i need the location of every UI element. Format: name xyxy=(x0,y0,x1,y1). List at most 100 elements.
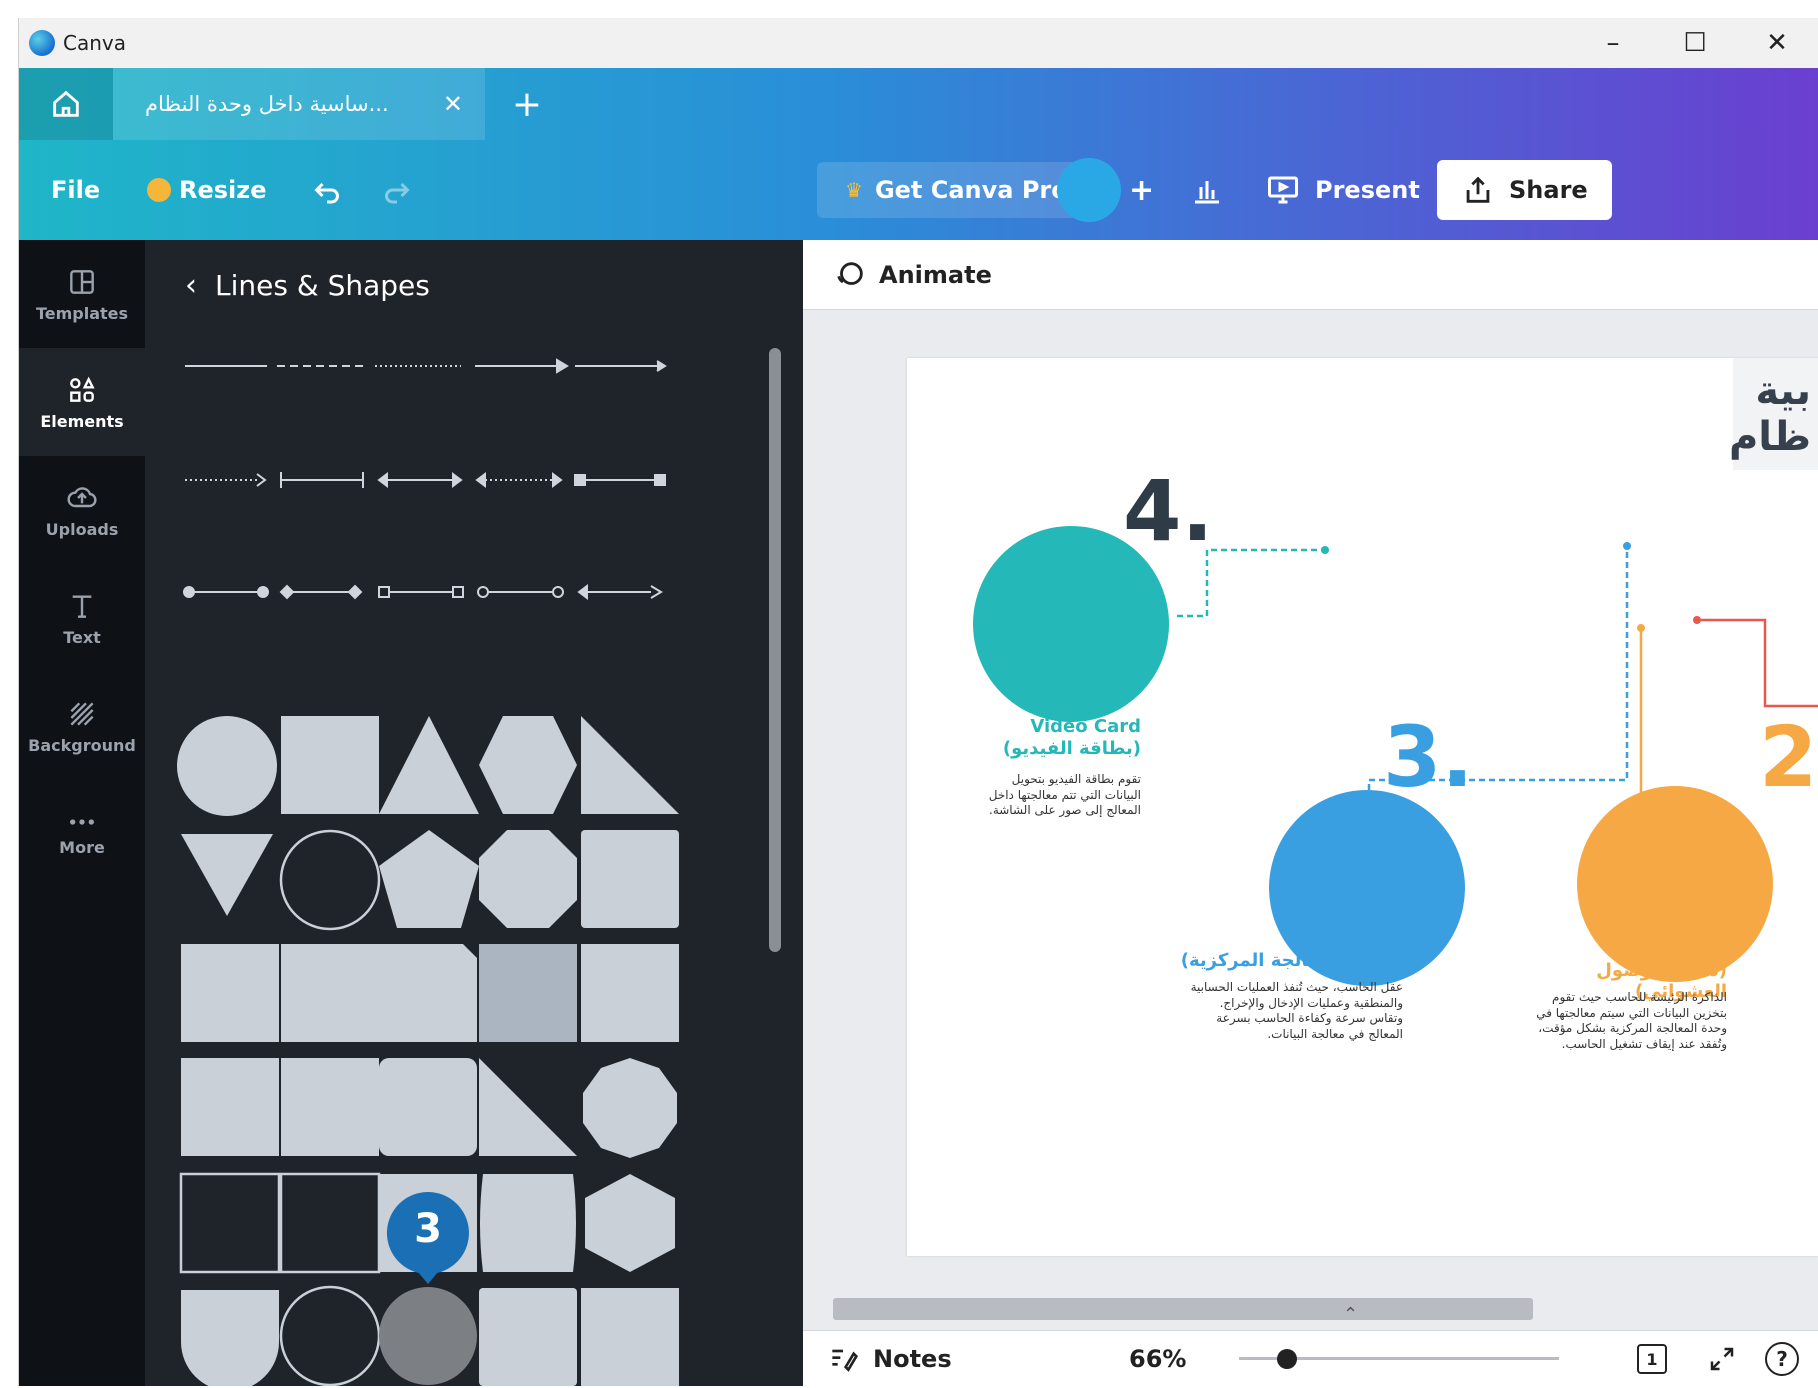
rail-label-uploads: Uploads xyxy=(45,519,119,539)
slide-canvas[interactable]: بية ظام 4. 3. 2. Video Card (بطاقة الفيد… xyxy=(907,358,1818,1256)
bar-chart-icon xyxy=(1195,181,1219,204)
page-count: 1 xyxy=(1637,1344,1667,1374)
cpu-title-en: CPU xyxy=(1361,928,1403,949)
close-window-button[interactable]: ✕ xyxy=(1736,18,1818,68)
panel-scrollbar[interactable] xyxy=(769,348,781,952)
rail-item-uploads[interactable]: Uploads xyxy=(19,456,145,564)
editor-footer: Notes 66% 1 ? xyxy=(803,1330,1818,1386)
zoom-slider-knob[interactable] xyxy=(1277,1349,1297,1369)
background-icon xyxy=(70,701,94,726)
redo-icon xyxy=(385,182,410,204)
minimize-button[interactable]: – xyxy=(1572,18,1654,68)
lines-row-3 xyxy=(183,584,663,600)
close-tab-icon[interactable]: ✕ xyxy=(443,90,463,118)
add-collaborator-button[interactable]: + xyxy=(1129,162,1154,218)
present-button[interactable]: Present xyxy=(1265,162,1420,218)
video-card-description: تقوم بطاقة الفيديو بتحويل البيانات التي … xyxy=(988,772,1141,818)
shape-diagonal-triangle xyxy=(479,1058,577,1156)
elements-panel: ‹ Lines & Shapes 3 xyxy=(145,240,803,1386)
main-toolbar: File Resize ♛ Get Canva Pro + Present Sh… xyxy=(19,140,1818,240)
rail-label-text: Text xyxy=(63,627,101,647)
resize-label: Resize xyxy=(179,176,267,204)
video-card-title-en: Video Card xyxy=(1030,716,1141,737)
editor-area: Animate بية ظام 4. 3. 2 Video Card (بطاق… xyxy=(803,240,1818,1386)
shape-circle-selected xyxy=(379,1287,477,1385)
cpu-description: عقل الحاسب، حيث تُنفذ العمليات الحسابية … xyxy=(1190,980,1403,1041)
animate-label: Animate xyxy=(879,260,992,289)
shape-square-outline xyxy=(179,1172,281,1274)
step-callout: 3 xyxy=(383,1188,473,1288)
elements-icon xyxy=(70,376,95,402)
shape-down-triangle xyxy=(181,834,273,916)
rail-item-text[interactable]: Text xyxy=(19,564,145,672)
shape-circle xyxy=(177,716,277,816)
crown-badge-icon xyxy=(147,178,171,202)
animate-icon xyxy=(837,261,863,285)
present-icon xyxy=(1268,176,1298,204)
rail-item-templates[interactable]: Templates xyxy=(19,240,145,348)
get-canva-pro-button[interactable]: ♛ Get Canva Pro xyxy=(817,162,1096,218)
maximize-button[interactable]: ☐ xyxy=(1654,18,1736,68)
rail-item-background[interactable]: Background xyxy=(19,672,145,780)
present-label: Present xyxy=(1315,176,1420,204)
slide-title-line2: ظام xyxy=(1728,414,1811,460)
canva-window: Canva – ☐ ✕ ...ساسية داخل وحدة النظام ✕ … xyxy=(18,18,1818,1386)
slide-title-line1: بية xyxy=(1755,368,1811,414)
title-bar: Canva – ☐ ✕ xyxy=(19,18,1818,68)
document-tab-title: ...ساسية داخل وحدة النظام xyxy=(145,92,389,116)
lines-row-1 xyxy=(185,358,667,374)
resize-button[interactable]: Resize xyxy=(147,162,267,218)
page-count-button[interactable]: 1 xyxy=(1637,1331,1667,1386)
notes-icon xyxy=(832,1349,859,1372)
uploads-icon xyxy=(67,486,97,507)
rail-label-templates: Templates xyxy=(35,303,129,323)
insights-button[interactable] xyxy=(1189,162,1225,218)
number-2: 2. xyxy=(1759,708,1818,806)
canva-logo-icon xyxy=(29,30,55,56)
rail-label-more: More xyxy=(59,837,105,857)
get-pro-label: Get Canva Pro xyxy=(874,176,1068,204)
shape-rounded-square xyxy=(581,830,679,928)
share-icon xyxy=(1466,176,1490,203)
new-tab-button[interactable]: + xyxy=(505,82,549,126)
editor-header: ...ساسية داخل وحدة النظام ✕ + File Resiz… xyxy=(19,68,1818,240)
scroll-up-chevron-icon[interactable]: ⌃ xyxy=(1343,1304,1358,1325)
expand-icon xyxy=(1710,1347,1734,1371)
shape-arch xyxy=(181,1290,279,1386)
help-label: ? xyxy=(1765,1342,1799,1376)
animate-button[interactable]: Animate xyxy=(833,258,992,292)
rail-item-elements[interactable]: Elements xyxy=(19,348,145,456)
home-button[interactable] xyxy=(19,68,113,140)
shape-circle-outline xyxy=(279,829,381,931)
share-button[interactable]: Share xyxy=(1437,160,1612,220)
ram-description: الذاكرة الرئيسة للحاسب حيث تقوم بتخزين ا… xyxy=(1536,990,1727,1051)
callout-number: 3 xyxy=(414,1206,442,1252)
canvas-horizontal-scrollbar[interactable] xyxy=(833,1298,1533,1320)
user-avatar[interactable] xyxy=(1057,158,1121,222)
tab-row: ...ساسية داخل وحدة النظام ✕ + xyxy=(19,68,1818,140)
rail-label-background: Background xyxy=(28,735,136,755)
undo-button[interactable] xyxy=(309,162,345,218)
rail-label-elements: Elements xyxy=(40,411,124,431)
ram-title-en: RAM xyxy=(1681,938,1727,959)
help-button[interactable]: ? xyxy=(1765,1331,1799,1386)
shape-square-outline-2 xyxy=(279,1172,381,1274)
home-icon xyxy=(53,90,79,117)
shape-decagon xyxy=(583,1058,677,1158)
lines-row-2 xyxy=(185,472,666,488)
number-4: 4. xyxy=(1123,462,1214,560)
notes-button[interactable]: Notes xyxy=(827,1331,952,1386)
rail-item-more[interactable]: More xyxy=(19,780,145,888)
templates-icon xyxy=(70,269,94,294)
file-menu[interactable]: File xyxy=(51,162,100,218)
document-tab[interactable]: ...ساسية داخل وحدة النظام ✕ xyxy=(113,68,485,140)
fullscreen-button[interactable] xyxy=(1707,1331,1737,1386)
window-controls: – ☐ ✕ xyxy=(1572,18,1818,68)
shape-hexagon xyxy=(479,716,577,814)
redo-button[interactable] xyxy=(379,162,415,218)
zoom-level: 66% xyxy=(1129,1345,1187,1373)
shape-square xyxy=(281,716,379,814)
zoom-slider[interactable] xyxy=(1239,1331,1559,1386)
context-toolbar: Animate xyxy=(803,240,1818,310)
more-icon xyxy=(70,818,94,825)
